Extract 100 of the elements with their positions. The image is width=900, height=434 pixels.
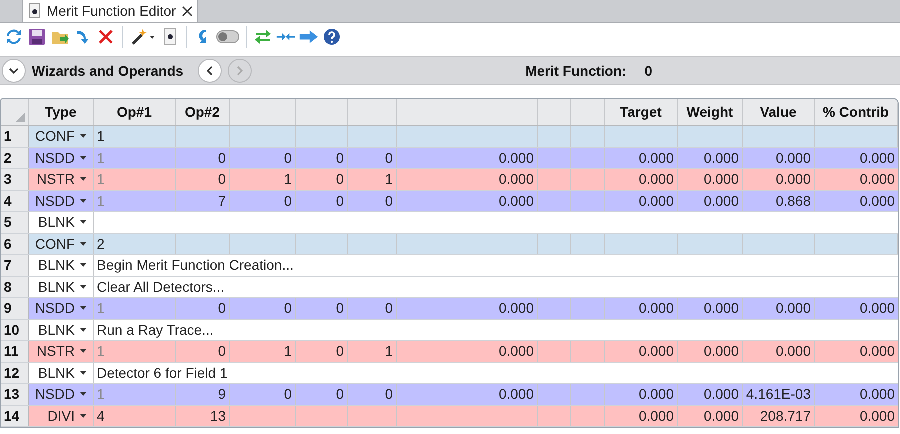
table-cell: 0.000 xyxy=(678,190,743,211)
table-cell: 0 xyxy=(296,190,348,211)
table-cell: 0.000 xyxy=(397,148,538,168)
swap-arrows-icon xyxy=(254,28,272,46)
table-cell: 0 xyxy=(176,298,230,318)
table-cell: 0 xyxy=(348,148,397,168)
table-cell: 0 xyxy=(296,169,348,190)
table-cell: 0 xyxy=(176,169,230,190)
caret-icon xyxy=(80,392,87,396)
comment-text: Run a Ray Trace... xyxy=(97,322,214,338)
caret-icon xyxy=(80,328,87,332)
table-cell: 0 xyxy=(176,341,230,362)
type-dropdown[interactable]: BLNK xyxy=(29,276,94,297)
row-number: 14 xyxy=(1,406,29,426)
row-number: 11 xyxy=(1,341,29,362)
table-cell: 0 xyxy=(296,298,348,318)
row-number: 10 xyxy=(1,320,29,340)
caret-icon xyxy=(80,198,87,203)
type-dropdown[interactable]: BLNK xyxy=(29,362,94,383)
table-cell: 0.000 xyxy=(743,169,815,190)
table-cell: 1 xyxy=(230,169,296,190)
save-button[interactable] xyxy=(27,27,47,47)
table-cell: 0 xyxy=(176,148,230,168)
refresh-icon xyxy=(5,28,23,46)
column-header[interactable]: Target xyxy=(605,99,678,125)
table-cell: 1 xyxy=(94,190,176,211)
table-cell: 0.000 xyxy=(678,148,743,168)
caret-icon xyxy=(80,177,87,182)
editor-tab[interactable]: Merit Function Editor xyxy=(22,0,198,22)
type-dropdown[interactable]: NSDD xyxy=(29,384,94,404)
table-cell: 7 xyxy=(176,190,230,211)
merit-function-label: Merit Function: xyxy=(526,62,627,78)
type-dropdown[interactable]: BLNK xyxy=(29,212,94,232)
table-cell: 0.000 xyxy=(397,169,538,190)
type-dropdown[interactable]: NSDD xyxy=(29,298,94,318)
table-cell: 1 xyxy=(348,169,397,190)
table-cell: 0.000 xyxy=(605,190,678,211)
column-header[interactable]: Op#2 xyxy=(176,99,230,125)
column-header[interactable]: Weight xyxy=(678,99,743,125)
caret-icon xyxy=(80,349,87,354)
help-icon xyxy=(323,28,341,46)
caret-icon xyxy=(80,263,87,268)
table-cell: 0.000 xyxy=(743,298,815,318)
table-cell-text: 0.000 xyxy=(858,342,896,362)
type-dropdown[interactable]: CONF xyxy=(29,126,94,146)
swap-button[interactable] xyxy=(253,27,273,47)
row-number: 8 xyxy=(1,276,29,297)
type-dropdown[interactable]: BLNK xyxy=(29,255,94,276)
chevron-right-icon xyxy=(236,66,243,76)
row-number: 7 xyxy=(1,255,29,276)
table-cell: 0 xyxy=(296,384,348,404)
table-cell-text: 0.000 xyxy=(858,299,896,318)
column-header[interactable]: Type xyxy=(29,99,94,125)
caret-icon xyxy=(80,306,87,310)
row-number: 13 xyxy=(1,384,29,404)
merit-function-value: 0 xyxy=(644,62,652,78)
row-number: 2 xyxy=(1,148,29,168)
table-cell: 0.000 xyxy=(605,148,678,168)
expand-button[interactable] xyxy=(2,58,26,82)
type-dropdown[interactable]: NSDD xyxy=(29,190,94,211)
section-title: Wizards and Operands xyxy=(32,62,184,78)
table-cell: 0.000 xyxy=(605,384,678,404)
refresh-button[interactable] xyxy=(4,27,24,47)
table-cell: 1 xyxy=(348,341,397,362)
document-icon xyxy=(29,3,41,19)
close-icon[interactable] xyxy=(182,6,194,16)
table-cell: 1 xyxy=(94,148,176,168)
column-header[interactable]: Value xyxy=(743,99,815,125)
wizard-button[interactable] xyxy=(129,27,157,47)
caret-icon xyxy=(80,242,87,246)
row-number: 1 xyxy=(1,126,29,146)
type-dropdown[interactable]: DIVI xyxy=(29,406,94,426)
comment-text: Detector 6 for Field 1 xyxy=(97,364,228,381)
back-button[interactable] xyxy=(198,58,222,82)
comment-text: Clear All Detectors... xyxy=(97,278,225,295)
table-cell-text: 0.000 xyxy=(858,170,896,190)
table-cell: 4 xyxy=(94,406,176,426)
type-dropdown[interactable]: NSTR xyxy=(29,341,94,362)
column-header[interactable]: % Contrib xyxy=(815,99,898,125)
table-cell: 0.000 xyxy=(678,406,743,426)
caret-icon xyxy=(80,220,87,224)
table-cell: 0 xyxy=(230,298,296,318)
table-cell: 0.000 xyxy=(605,298,678,318)
type-dropdown[interactable]: NSDD xyxy=(29,148,94,168)
table-cell: 1 xyxy=(94,126,176,146)
corner-icon xyxy=(16,113,25,122)
type-dropdown[interactable]: NSTR xyxy=(29,169,94,190)
column-header[interactable]: Op#1 xyxy=(94,99,176,125)
help-button[interactable] xyxy=(322,27,342,47)
table-cell: 0 xyxy=(296,148,348,168)
table-cell: 0.000 xyxy=(678,298,743,318)
table-cell: 1 xyxy=(94,384,176,404)
table-cell: 0.000 xyxy=(743,148,815,168)
table-cell: 4.161E-03 xyxy=(743,384,815,404)
chevron-down-icon xyxy=(9,68,19,74)
table-cell: 0 xyxy=(348,190,397,211)
type-dropdown[interactable]: CONF xyxy=(29,234,94,254)
floppy-icon xyxy=(28,28,46,46)
table-cell: 0.000 xyxy=(397,341,538,362)
type-dropdown[interactable]: BLNK xyxy=(29,320,94,340)
